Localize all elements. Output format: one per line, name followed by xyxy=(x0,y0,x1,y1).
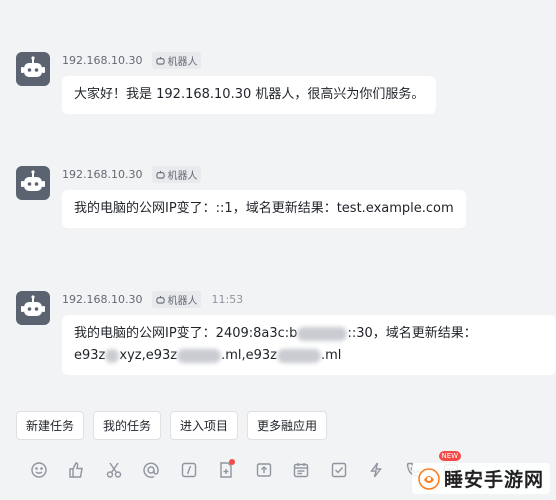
message-text: 我的电脑的公网IP变了：::1，域名更新结果：test.example.com xyxy=(74,201,454,216)
message-meta: 192.168.10.30 机器人 xyxy=(62,165,202,183)
bot-avatar[interactable] xyxy=(16,52,50,86)
notification-dot xyxy=(229,459,235,465)
bot-tag-label: 机器人 xyxy=(167,170,198,182)
robot-icon xyxy=(21,56,45,77)
message-text: xyz,e93z xyxy=(119,348,178,363)
bot-avatar[interactable] xyxy=(16,291,50,325)
message-bubble[interactable]: 我的电脑的公网IP变了：2409:8a3c:b::30，域名更新结果： e93z… xyxy=(62,315,556,375)
emoji-icon[interactable] xyxy=(20,455,58,485)
sender-name[interactable]: 192.168.10.30 xyxy=(62,168,142,181)
robot-small-icon xyxy=(156,295,166,304)
message-text: .ml xyxy=(321,348,342,363)
upload-icon[interactable] xyxy=(245,455,283,485)
enter-project-button[interactable]: 进入项目 xyxy=(170,411,239,440)
watermark-logo-icon xyxy=(418,467,440,490)
slash-command-icon[interactable] xyxy=(170,455,208,485)
lightning-icon[interactable] xyxy=(358,455,396,485)
message-time: 11:53 xyxy=(211,292,244,306)
watermark-text: 睡安手游网 xyxy=(443,469,544,491)
message-bubble[interactable]: 大家好！我是 192.168.10.30 机器人，很高兴为你们服务。 xyxy=(62,76,437,114)
calendar-icon[interactable] xyxy=(283,455,321,485)
new-badge: NEW xyxy=(438,451,462,461)
add-doc-icon[interactable] xyxy=(208,455,246,485)
bot-tag: 机器人 xyxy=(152,290,202,308)
redacted-blur xyxy=(105,348,120,363)
chat-message-list[interactable]: 192.168.10.30 机器人 大家好！我是 192.168.10.30 机… xyxy=(0,0,556,400)
redacted-blur xyxy=(297,326,348,341)
message-text: e93z xyxy=(74,348,106,363)
message-bubble[interactable]: 我的电脑的公网IP变了：::1，域名更新结果：test.example.com xyxy=(62,190,466,228)
sender-name[interactable]: 192.168.10.30 xyxy=(62,293,142,306)
message-text: 大家好！我是 192.168.10.30 机器人，很高兴为你们服务。 xyxy=(74,87,425,102)
robot-small-icon xyxy=(156,170,166,179)
more-apps-button[interactable]: 更多融应用 xyxy=(247,411,328,440)
site-watermark: 睡安手游网 xyxy=(411,463,550,494)
scissors-icon[interactable] xyxy=(95,455,133,485)
message-text: ::30，域名更新结果： xyxy=(347,326,477,341)
bot-tag-label: 机器人 xyxy=(167,56,198,68)
robot-icon xyxy=(21,170,45,191)
message-meta: 192.168.10.30 机器人 xyxy=(62,51,202,69)
message-line: 我的电脑的公网IP变了：2409:8a3c:b::30，域名更新结果： xyxy=(74,323,544,345)
robot-small-icon xyxy=(156,56,166,65)
new-task-button[interactable]: 新建任务 xyxy=(16,411,85,440)
redacted-blur xyxy=(277,348,321,363)
message-line: e93z xyz,e93z .ml,e93z .ml xyxy=(74,345,544,367)
robot-icon xyxy=(21,295,45,316)
message-text: .ml,e93z xyxy=(221,348,277,363)
bot-avatar[interactable] xyxy=(16,166,50,200)
bot-tag: 机器人 xyxy=(152,165,202,183)
quick-actions: 新建任务 我的任务 进入项目 更多融应用 xyxy=(16,411,328,440)
redacted-blur xyxy=(177,348,222,363)
my-tasks-button[interactable]: 我的任务 xyxy=(93,411,162,440)
message-meta: 192.168.10.30 机器人 11:53 xyxy=(62,290,244,308)
bot-tag: 机器人 xyxy=(152,51,202,69)
thumbs-up-icon[interactable] xyxy=(58,455,96,485)
sender-name[interactable]: 192.168.10.30 xyxy=(62,54,142,67)
message-text: 我的电脑的公网IP变了：2409:8a3c:b xyxy=(74,326,298,341)
mention-icon[interactable] xyxy=(133,455,171,485)
bot-tag-label: 机器人 xyxy=(167,295,198,307)
checkbox-icon[interactable] xyxy=(320,455,358,485)
